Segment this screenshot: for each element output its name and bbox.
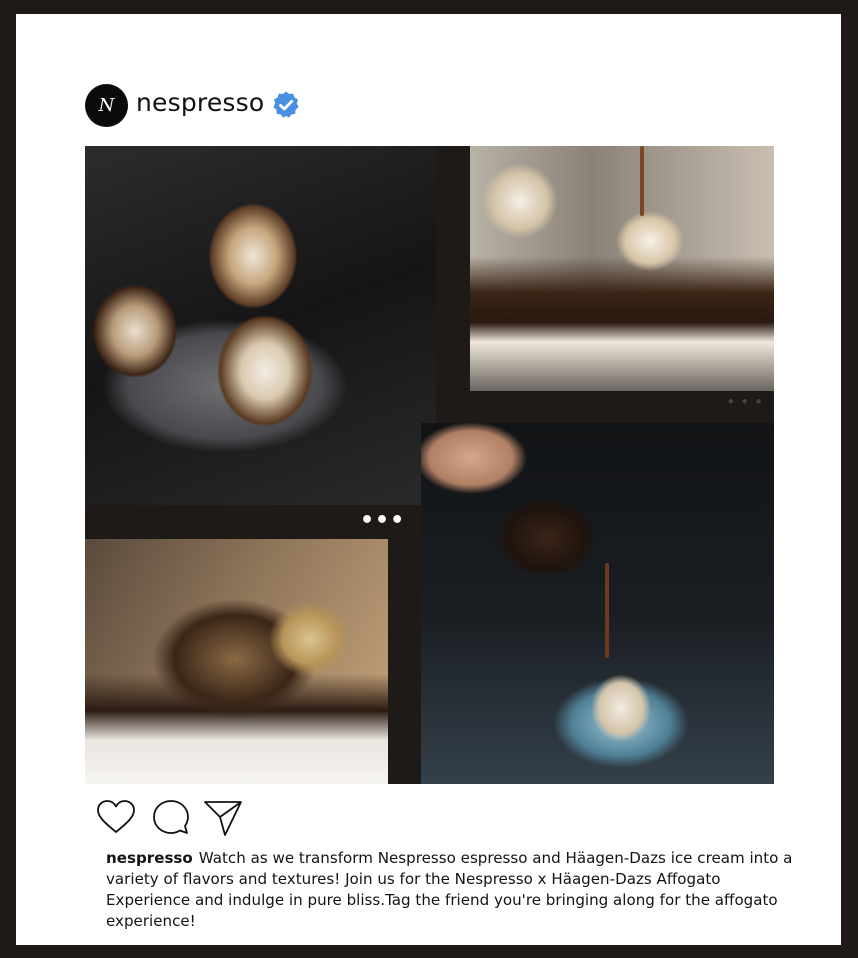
avatar-logo-letter: N <box>98 94 115 116</box>
verified-badge-icon <box>273 91 299 118</box>
affogato-pour-closeup-photo <box>470 146 774 391</box>
heart-icon[interactable] <box>96 798 136 838</box>
caption-username[interactable]: nespresso <box>106 849 193 867</box>
more-options-dots-faint: • • • <box>727 395 764 409</box>
espresso-pitcher-pour-photo <box>421 423 774 784</box>
affogato-glass-photo <box>85 539 388 784</box>
profile-avatar[interactable]: N <box>85 84 128 127</box>
photo-collage[interactable] <box>85 146 774 784</box>
affogato-tray-photo <box>85 146 436 505</box>
paper-plane-icon[interactable] <box>203 798 243 838</box>
more-options-dots[interactable]: ••• <box>360 510 405 532</box>
caption-text: Watch as we transform Nespresso espresso… <box>106 849 793 930</box>
espresso-stream <box>640 146 644 216</box>
comment-bubble-icon[interactable] <box>150 798 190 838</box>
post-username[interactable]: nespresso <box>136 88 264 117</box>
post-caption: nespresso Watch as we transform Nespresso… <box>106 848 796 932</box>
espresso-stream <box>605 563 609 658</box>
